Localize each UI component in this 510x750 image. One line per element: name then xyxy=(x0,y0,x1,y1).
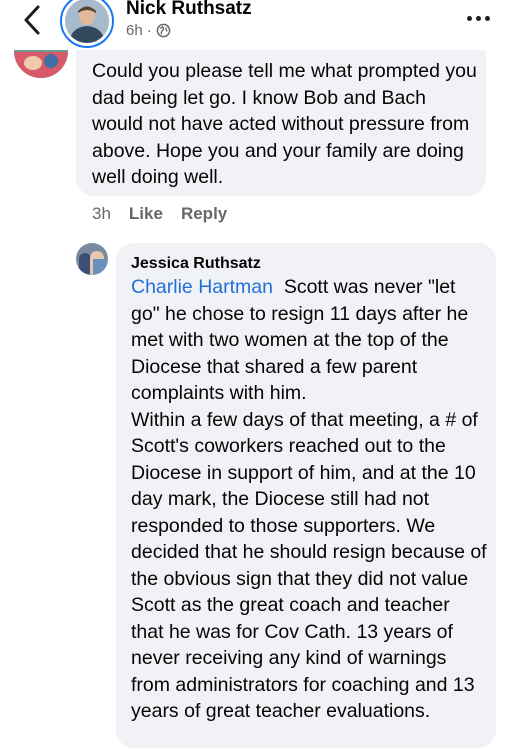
comment-text: Could you please tell me what prompted y… xyxy=(92,60,477,188)
profile-avatar[interactable] xyxy=(60,0,114,48)
comment-bubble: Could you please tell me what prompted y… xyxy=(76,38,486,196)
header-bar: Nick Ruthsatz 6h · xyxy=(0,0,510,50)
reply-author-avatar[interactable] xyxy=(76,243,108,275)
comment-actions: 3h Like Reply xyxy=(92,204,227,224)
reply-text: Charlie Hartman Scott was never "let go"… xyxy=(131,274,487,725)
reply-author-name[interactable]: Jessica Ruthsatz xyxy=(131,255,261,273)
chevron-left-icon xyxy=(24,5,40,35)
reply-paragraph-2: Within a few days of that meeting, a # o… xyxy=(131,408,487,723)
meta-separator: · xyxy=(146,22,152,39)
reply-bubble: Jessica Ruthsatz Charlie Hartman Scott w… xyxy=(116,243,496,748)
profile-photo xyxy=(65,0,109,43)
back-button[interactable] xyxy=(18,2,48,38)
mention-link[interactable]: Charlie Hartman xyxy=(131,276,273,298)
profile-name[interactable]: Nick Ruthsatz xyxy=(126,0,252,20)
like-button[interactable]: Like xyxy=(129,204,163,224)
comment-time: 3h xyxy=(92,204,111,223)
more-horizontal-icon xyxy=(467,15,472,21)
reply-button[interactable]: Reply xyxy=(181,204,227,224)
post-time: 6h xyxy=(126,22,143,39)
globe-icon xyxy=(156,23,171,38)
post-meta: 6h · xyxy=(126,22,171,39)
more-options-button[interactable] xyxy=(467,12,495,24)
